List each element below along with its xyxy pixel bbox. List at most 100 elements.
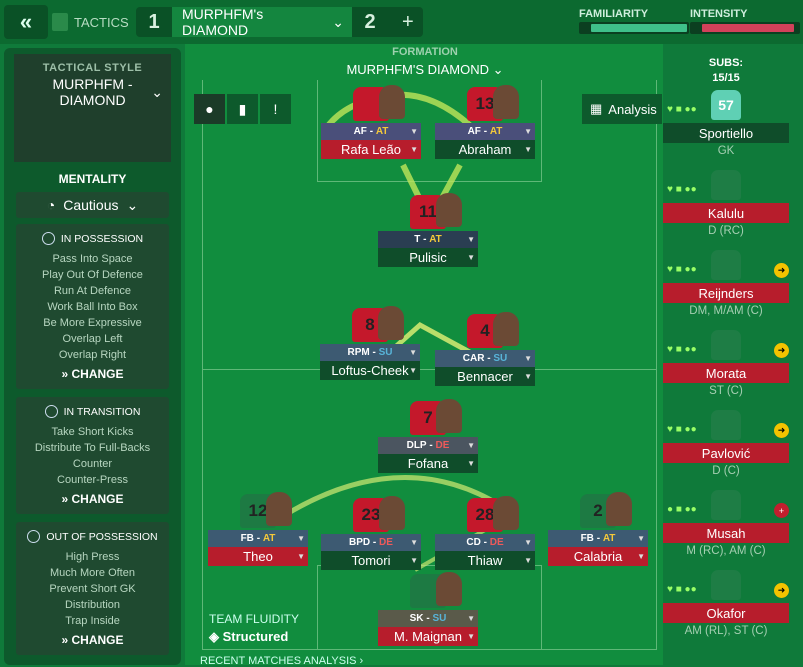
formation-header: FORMATION MURPHFM'S DIAMOND ⌄ [190, 46, 660, 78]
sub-position: D (C) [712, 465, 740, 477]
mentality-dropdown[interactable]: ◔ Cautious ⌄ [16, 192, 169, 218]
stats-view-button[interactable]: ▮ [227, 94, 258, 124]
tactic-tab-2[interactable]: 2 [352, 11, 388, 34]
arrow-right-icon: ➜ [774, 343, 789, 358]
player-name-text: Fofana [407, 456, 449, 471]
familiarity-meter[interactable]: FAMILIARITY [579, 8, 689, 34]
player-name[interactable]: Rafa Leão ▼ [321, 140, 421, 159]
player-photo [436, 193, 462, 227]
sub-name[interactable]: Morata [663, 363, 789, 383]
role-badge[interactable]: FB - AT ▼ [548, 530, 648, 547]
tactic-tab-active[interactable]: MURPHFM's DIAMOND ⌄ [172, 6, 352, 38]
shirt-icon [711, 170, 741, 200]
player-photo [378, 306, 404, 340]
player-slot[interactable]: 2 FB - AT ▼ Calabria ▼ [548, 492, 648, 572]
back-button[interactable]: « [4, 5, 48, 39]
player-photo [379, 496, 405, 530]
transition-icon [44, 405, 58, 418]
status-icons: ♥ ■ ●● [667, 264, 697, 275]
change-label: CHANGE [71, 492, 124, 506]
sub-name[interactable]: Reijnders [663, 283, 789, 303]
info-view-button[interactable]: ! [260, 94, 291, 124]
role-badge[interactable]: AF - AT ▼ [321, 123, 421, 140]
grid-icon: ▦ [590, 101, 603, 116]
view-toggle: ● ▮ ! [194, 94, 291, 124]
player-name[interactable]: Bennacer ▼ [435, 367, 535, 386]
role: DLP [406, 440, 427, 451]
player-name[interactable]: M. Maignan ▼ [378, 627, 478, 646]
analysis-label: Analysis [608, 101, 657, 117]
sub-name[interactable]: Kalulu [663, 203, 789, 223]
tactical-style-label: TACTICAL STYLE [42, 62, 143, 74]
role-badge[interactable]: SK - SU ▼ [378, 610, 478, 627]
sub-name[interactable]: Sportiello [663, 123, 789, 143]
role-badge[interactable]: DLP - DE ▼ [378, 437, 478, 454]
role-badge[interactable]: FB - AT ▼ [208, 530, 308, 547]
intensity-meter[interactable]: INTENSITY [690, 8, 800, 34]
sub-name[interactable]: Okafor [663, 603, 789, 623]
analysis-button[interactable]: ▦ Analysis [582, 94, 662, 124]
instruction-item: Prevent Short GK [49, 583, 136, 595]
player-slot[interactable]: 12 FB - AT ▼ Theo ▼ [208, 492, 308, 572]
shirt-icon [711, 330, 741, 360]
tactical-style-name-1: MURPHFM - [52, 76, 133, 92]
role-badge[interactable]: CAR - SU ▼ [435, 350, 535, 367]
tactics-tab[interactable]: TACTICS [52, 9, 129, 35]
ball-icon [41, 232, 55, 245]
instruction-item: Trap Inside [65, 615, 120, 627]
player-slot[interactable]: 11 T - AT ▼ Pulisic ▼ [378, 193, 478, 273]
chevron-down-icon[interactable]: ⌄ [332, 14, 344, 31]
fluidity-label: TEAM FLUIDITY [209, 612, 300, 626]
change-label: CHANGE [71, 367, 124, 381]
person-icon: ● [205, 101, 214, 117]
instruction-item: Work Ball Into Box [47, 301, 138, 313]
sub-name[interactable]: Pavlović [663, 443, 789, 463]
role-badge[interactable]: BPD - DE ▼ [321, 534, 421, 551]
formation-dropdown[interactable]: MURPHFM'S DIAMOND ⌄ [190, 62, 660, 78]
player-name[interactable]: Loftus-Cheek ▼ [320, 361, 420, 380]
player-name-text: Abraham [458, 142, 512, 157]
player-slot[interactable]: 13 AF - AT ▼ Abraham ▼ [435, 85, 535, 165]
shirt-icon [711, 410, 741, 440]
tactical-style-selector[interactable]: TACTICAL STYLE MURPHFM - DIAMOND ⌄ [14, 54, 171, 162]
mentality-label: MENTALITY [58, 172, 127, 186]
player-name[interactable]: Abraham ▼ [435, 140, 535, 159]
player-slot[interactable]: SK - SU ▼ M. Maignan ▼ [378, 572, 478, 652]
player-name[interactable]: Theo ▼ [208, 547, 308, 566]
player-name[interactable]: Fofana ▼ [378, 454, 478, 473]
tactic-tab-1[interactable]: 1 [136, 11, 172, 34]
player-slot[interactable]: 8 RPM - SU ▼ Loftus-Cheek ▼ [320, 306, 420, 386]
add-tactic-button[interactable]: + [402, 11, 414, 34]
player-slot[interactable]: AF - AT ▼ Rafa Leão ▼ [321, 85, 421, 165]
player-name[interactable]: Thiaw ▼ [435, 551, 535, 570]
role-badge[interactable]: T - AT ▼ [378, 231, 478, 248]
duty: DE [435, 440, 450, 451]
sub-name[interactable]: Musah [663, 523, 789, 543]
arrow-right-icon: ➜ [774, 583, 789, 598]
player-name[interactable]: Tomori ▼ [321, 551, 421, 570]
instruction-item: Run At Defence [53, 285, 132, 297]
role-badge[interactable]: AF - AT ▼ [435, 123, 535, 140]
player-name[interactable]: Pulisic ▼ [378, 248, 478, 267]
change-button[interactable]: » CHANGE [16, 492, 169, 514]
arrow-right-icon: ➜ [774, 263, 789, 278]
player-slot[interactable]: 28 CD - DE ▼ Thiaw ▼ [435, 496, 535, 576]
player-slot[interactable]: 23 BPD - DE ▼ Tomori ▼ [321, 496, 421, 576]
instruction-item: Take Short Kicks [51, 426, 134, 438]
player-photo [436, 399, 462, 433]
player-name-text: Thiaw [467, 553, 503, 568]
instruction-item: Much More Often [50, 567, 135, 579]
info-icon: ! [273, 101, 278, 117]
shirt-icon [711, 570, 741, 600]
player-slot[interactable]: 7 DLP - DE ▼ Fofana ▼ [378, 399, 478, 479]
change-button[interactable]: » CHANGE [16, 367, 169, 389]
mentality-value: Cautious [63, 197, 119, 213]
recent-matches-link[interactable]: RECENT MATCHES ANALYSIS › [200, 655, 363, 667]
duty: AT [375, 126, 389, 137]
role-badge[interactable]: RPM - SU ▼ [320, 344, 420, 361]
player-view-button[interactable]: ● [194, 94, 225, 124]
player-slot[interactable]: 4 CAR - SU ▼ Bennacer ▼ [435, 312, 535, 392]
role-badge[interactable]: CD - DE ▼ [435, 534, 535, 551]
change-button[interactable]: » CHANGE [16, 633, 169, 655]
player-name[interactable]: Calabria ▼ [548, 547, 648, 566]
